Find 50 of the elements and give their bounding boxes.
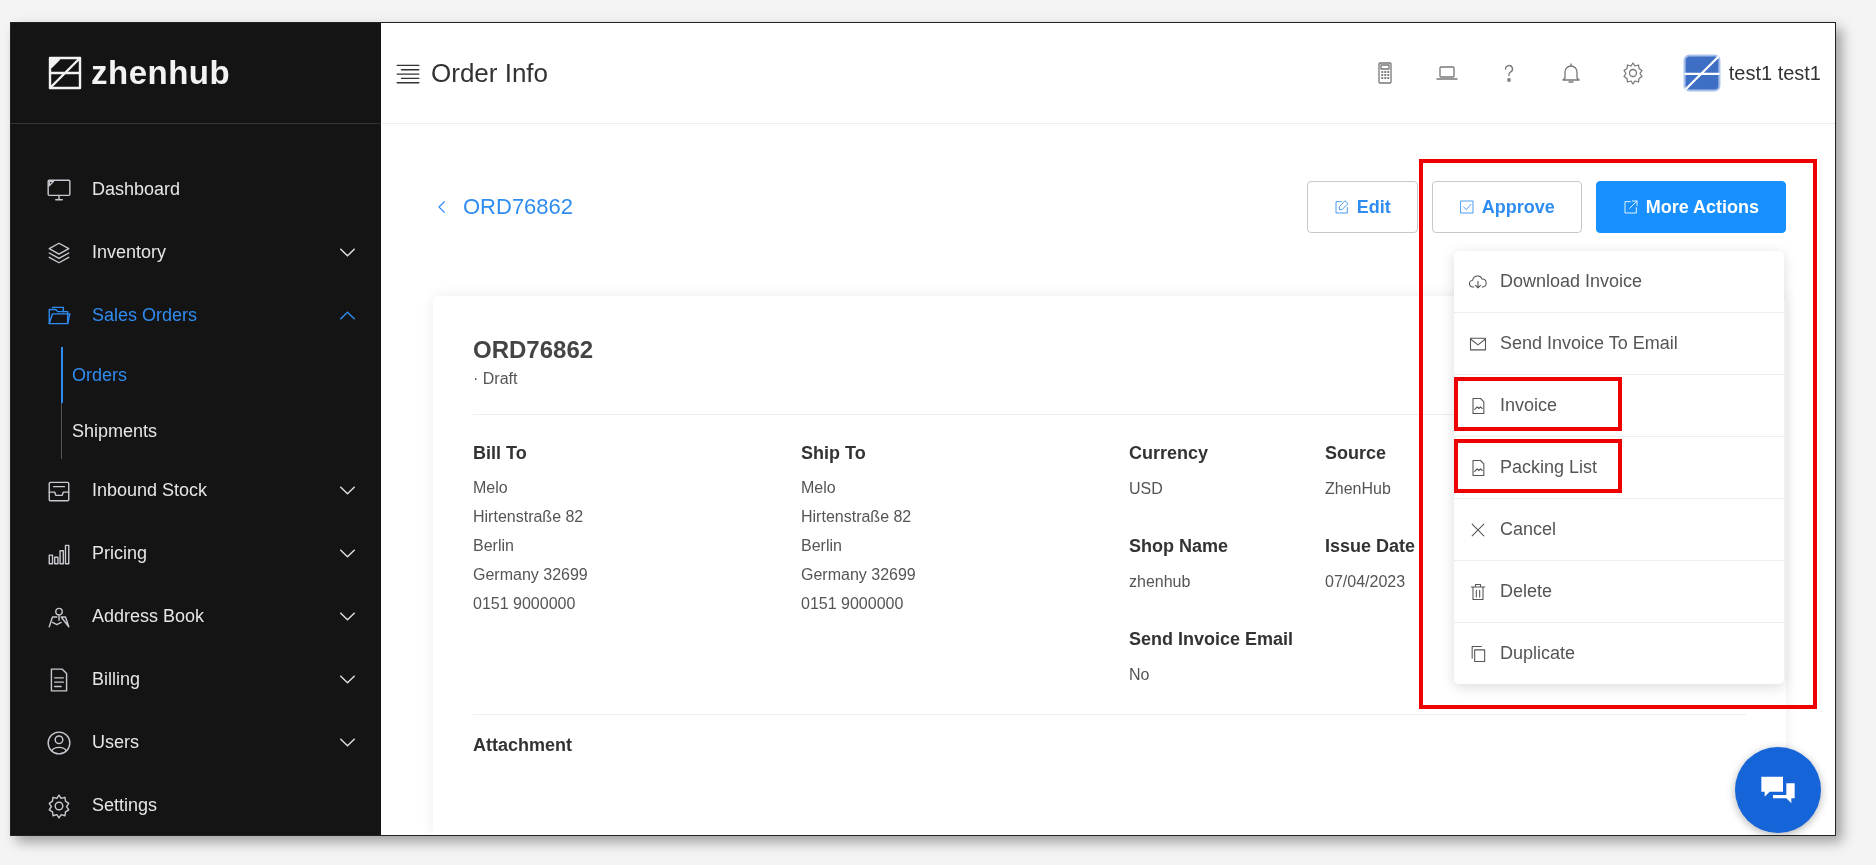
field-label: Send Invoice Email [1129, 629, 1295, 650]
field-label: Source [1325, 443, 1388, 464]
sidebar-item[interactable]: Address Book [11, 585, 381, 648]
menu-item[interactable]: Download Invoice [1454, 251, 1784, 313]
sidebar-subitem[interactable]: Orders [61, 347, 381, 403]
user-circle-icon [46, 729, 72, 756]
order-number: ORD76862 [473, 336, 594, 364]
section-heading: Ship To [801, 443, 867, 464]
edit-icon [1333, 199, 1350, 215]
section-heading: Bill To [473, 443, 528, 464]
sidebar-item[interactable]: Pricing [11, 522, 381, 585]
sidebar-item[interactable]: Billing [11, 648, 381, 711]
sidebar-item[interactable]: Dashboard [11, 158, 381, 221]
sidebar-item[interactable]: Inbound Stock [11, 459, 381, 522]
settings-icon [46, 792, 72, 819]
checkbox-icon [1458, 199, 1475, 215]
chat-button[interactable] [1735, 747, 1821, 833]
address-line: 0151 9000000 [473, 595, 577, 613]
trash-icon [1468, 581, 1488, 602]
field-label: Issue Date [1325, 536, 1417, 557]
sidebar-item[interactable]: Inventory [11, 221, 381, 284]
logo-icon [47, 55, 83, 91]
section-heading: Attachment [473, 735, 573, 756]
field-label: Shop Name [1129, 536, 1230, 557]
settings-icon[interactable] [1620, 61, 1645, 85]
page-title: Order Info [431, 57, 549, 89]
address-line: Germany 32699 [473, 566, 589, 584]
sidebar-item[interactable]: Users [11, 711, 381, 774]
external-link-icon [1622, 199, 1639, 215]
user-name[interactable]: test1 test1 [1728, 61, 1821, 85]
address-line: 0151 9000000 [801, 595, 905, 613]
address-line: Germany 32699 [801, 566, 917, 584]
address-line: Melo [801, 479, 837, 497]
sidebar-item[interactable]: Settings [11, 774, 381, 835]
field-value: USD [1129, 480, 1164, 498]
order-status: · Draft [473, 370, 518, 388]
avatar-icon[interactable] [1682, 54, 1721, 92]
menu-item[interactable]: Duplicate [1454, 623, 1784, 684]
field-value: zhenhub [1129, 573, 1192, 591]
field-label: Currency [1129, 443, 1210, 464]
address-line: Hirtenstraße 82 [801, 508, 913, 526]
address-line: Hirtenstraße 82 [473, 508, 585, 526]
sidebar-subitem[interactable]: Shipments [61, 403, 381, 459]
logo[interactable]: zhenhub [47, 54, 231, 92]
address-line: Berlin [801, 537, 843, 555]
field-value: ZhenHub [1325, 480, 1392, 498]
address-line: Melo [473, 479, 509, 497]
address-line: Berlin [473, 537, 515, 555]
sidebar-item[interactable]: Sales Orders [11, 284, 381, 347]
field-value: No [1129, 666, 1151, 684]
